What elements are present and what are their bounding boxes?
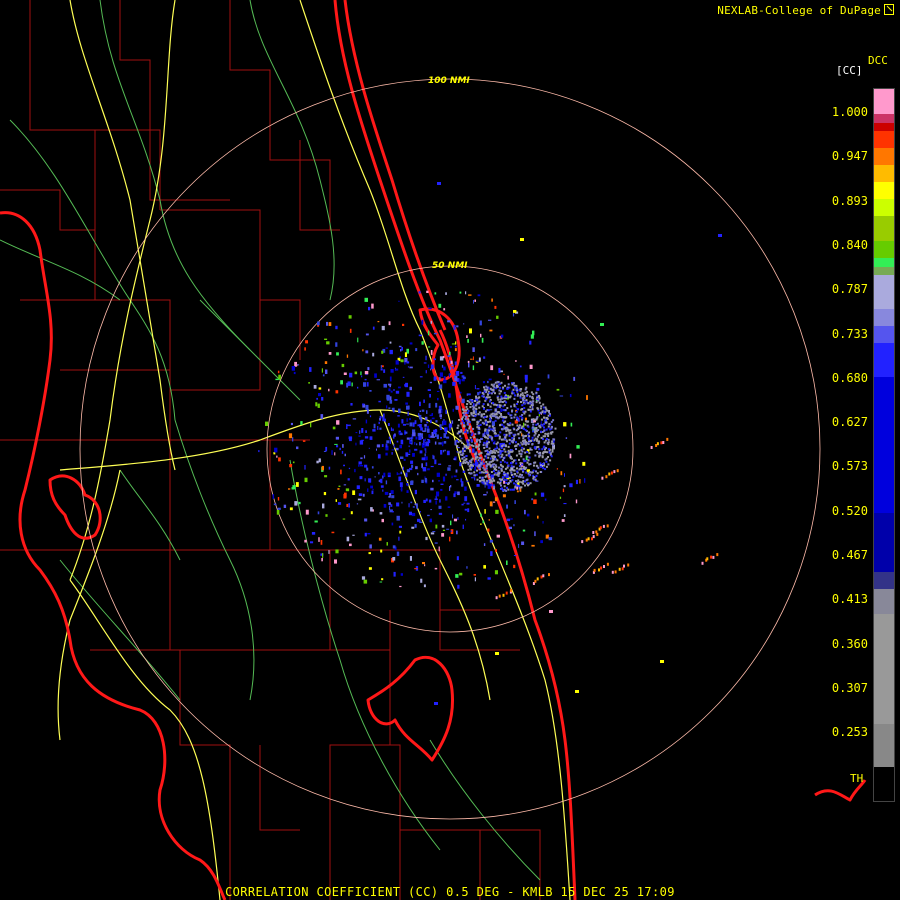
- color-band: [874, 614, 894, 725]
- color-band: [874, 258, 894, 267]
- legend-tick: 0.413: [831, 592, 868, 607]
- range-rings: 50 NMI 100 NMI: [79, 76, 821, 820]
- legend-product-label: DCC: [868, 54, 888, 67]
- color-legend: DCC [CC] 1.000 0.947 0.893 0.840 0.787 0.733 0…: [810, 50, 900, 810]
- color-band: [874, 377, 894, 513]
- county-boundaries: [0, 0, 541, 900]
- legend-tick: 0.253: [831, 725, 868, 740]
- legend-tick: 0.893: [831, 193, 868, 208]
- legend-threshold-label: TH: [850, 772, 864, 785]
- range-ring-100nmi: [79, 78, 821, 820]
- color-band: [874, 266, 894, 276]
- color-band: [874, 148, 894, 166]
- nexlab-credit: NEXLAB-College of DuPage: [717, 4, 894, 17]
- legend-tick: 0.787: [831, 282, 868, 297]
- color-band: [874, 309, 894, 327]
- legend-tick: 0.627: [831, 415, 868, 430]
- legend-tick: 0.840: [831, 237, 868, 252]
- color-band: [874, 131, 894, 149]
- legend-unit-label: [CC]: [836, 64, 863, 77]
- color-band: [874, 199, 894, 217]
- color-band: [874, 571, 894, 589]
- color-band: [874, 724, 894, 767]
- color-band: [874, 216, 894, 242]
- legend-tick: 0.680: [831, 370, 868, 385]
- range-ring-label-100nmi: 100 NMI: [428, 76, 470, 86]
- color-scale-bar: [873, 88, 895, 802]
- legend-tick: 0.307: [831, 680, 868, 695]
- color-band: [874, 512, 894, 572]
- radar-map: 50 NMI 100 NMI: [0, 0, 867, 900]
- logo-icon: [884, 4, 894, 15]
- color-band: [874, 343, 894, 377]
- color-band: [874, 114, 894, 123]
- color-band: [874, 241, 894, 259]
- color-band: [874, 122, 894, 132]
- legend-tick: 0.360: [831, 636, 868, 651]
- product-caption: CORRELATION COEFFICIENT (CC) 0.5 DEG - K…: [225, 885, 675, 899]
- legend-tick: 0.467: [831, 548, 868, 562]
- credit-text: NEXLAB-College of DuPage: [717, 4, 881, 17]
- color-band: [874, 165, 894, 183]
- legend-tick: 0.947: [831, 149, 868, 164]
- color-band: [874, 182, 894, 200]
- radar-echoes: [258, 182, 722, 705]
- color-band: [874, 275, 894, 310]
- color-band: [874, 326, 894, 344]
- legend-tick: 0.573: [831, 459, 868, 474]
- legend-tick: 1.000: [831, 105, 868, 119]
- range-ring-label-50nmi: 50 NMI: [432, 261, 468, 271]
- color-band: [874, 588, 894, 615]
- color-band: [874, 766, 894, 776]
- coastline: [0, 0, 867, 900]
- legend-tick: 0.733: [831, 326, 868, 341]
- legend-tick: 0.520: [831, 503, 868, 518]
- color-band: [874, 89, 894, 115]
